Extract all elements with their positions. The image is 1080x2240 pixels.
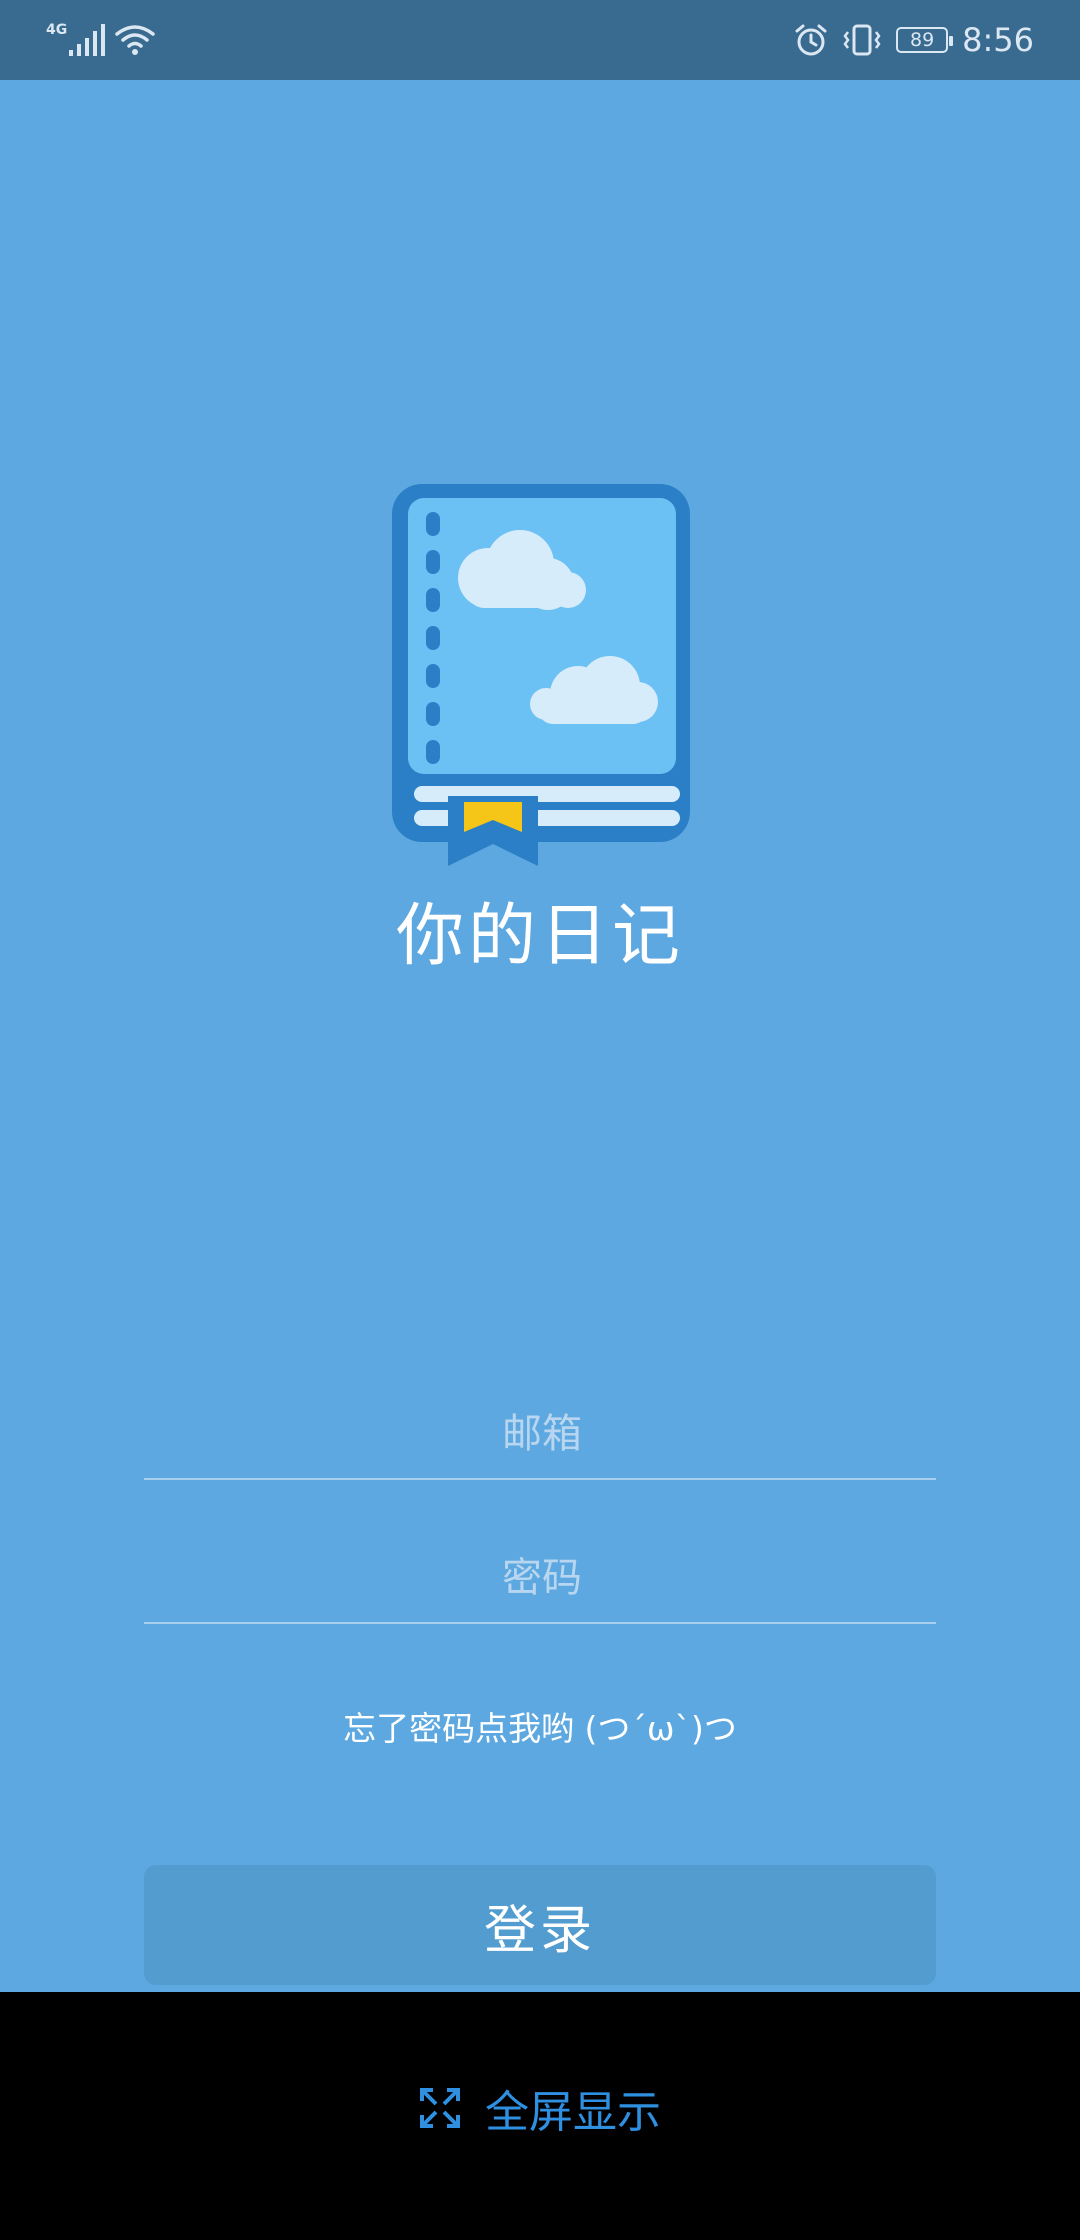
email-input[interactable] xyxy=(144,1388,940,1480)
wifi-icon xyxy=(115,25,155,55)
email-field[interactable] xyxy=(144,1388,940,1480)
forgot-password-link[interactable]: 忘了密码点我哟 (つ´ω`)つ xyxy=(0,1702,1080,1750)
battery-icon: 89 xyxy=(896,27,954,53)
fullscreen-button[interactable]: 全屏显示 xyxy=(0,2076,1080,2140)
fullscreen-label: 全屏显示 xyxy=(485,2087,661,2138)
login-screen: 你的日记 忘了密码点我哟 (つ´ω`)つ 登录 xyxy=(0,80,1080,1992)
diary-book-icon xyxy=(392,484,690,866)
status-bar-left: 4G xyxy=(46,18,155,62)
login-button[interactable]: 登录 xyxy=(144,1865,936,1985)
bottom-bar: 全屏显示 xyxy=(0,1992,1080,2240)
vibrate-icon xyxy=(843,24,881,56)
password-input[interactable] xyxy=(144,1532,940,1624)
signal-icon xyxy=(69,24,106,56)
network-type-label: 4G xyxy=(46,22,68,38)
status-bar-right: 89 8:56 xyxy=(794,18,1034,62)
app-title: 你的日记 xyxy=(395,897,684,976)
alarm-icon xyxy=(795,24,827,56)
battery-level: 89 xyxy=(910,29,935,51)
status-bar-clock: 8:56 xyxy=(962,21,1034,59)
password-field[interactable] xyxy=(144,1532,940,1624)
login-button-label: 登录 xyxy=(483,1900,596,1961)
status-bar: 4G 89 8:56 xyxy=(0,0,1080,80)
expand-icon xyxy=(420,2088,460,2128)
